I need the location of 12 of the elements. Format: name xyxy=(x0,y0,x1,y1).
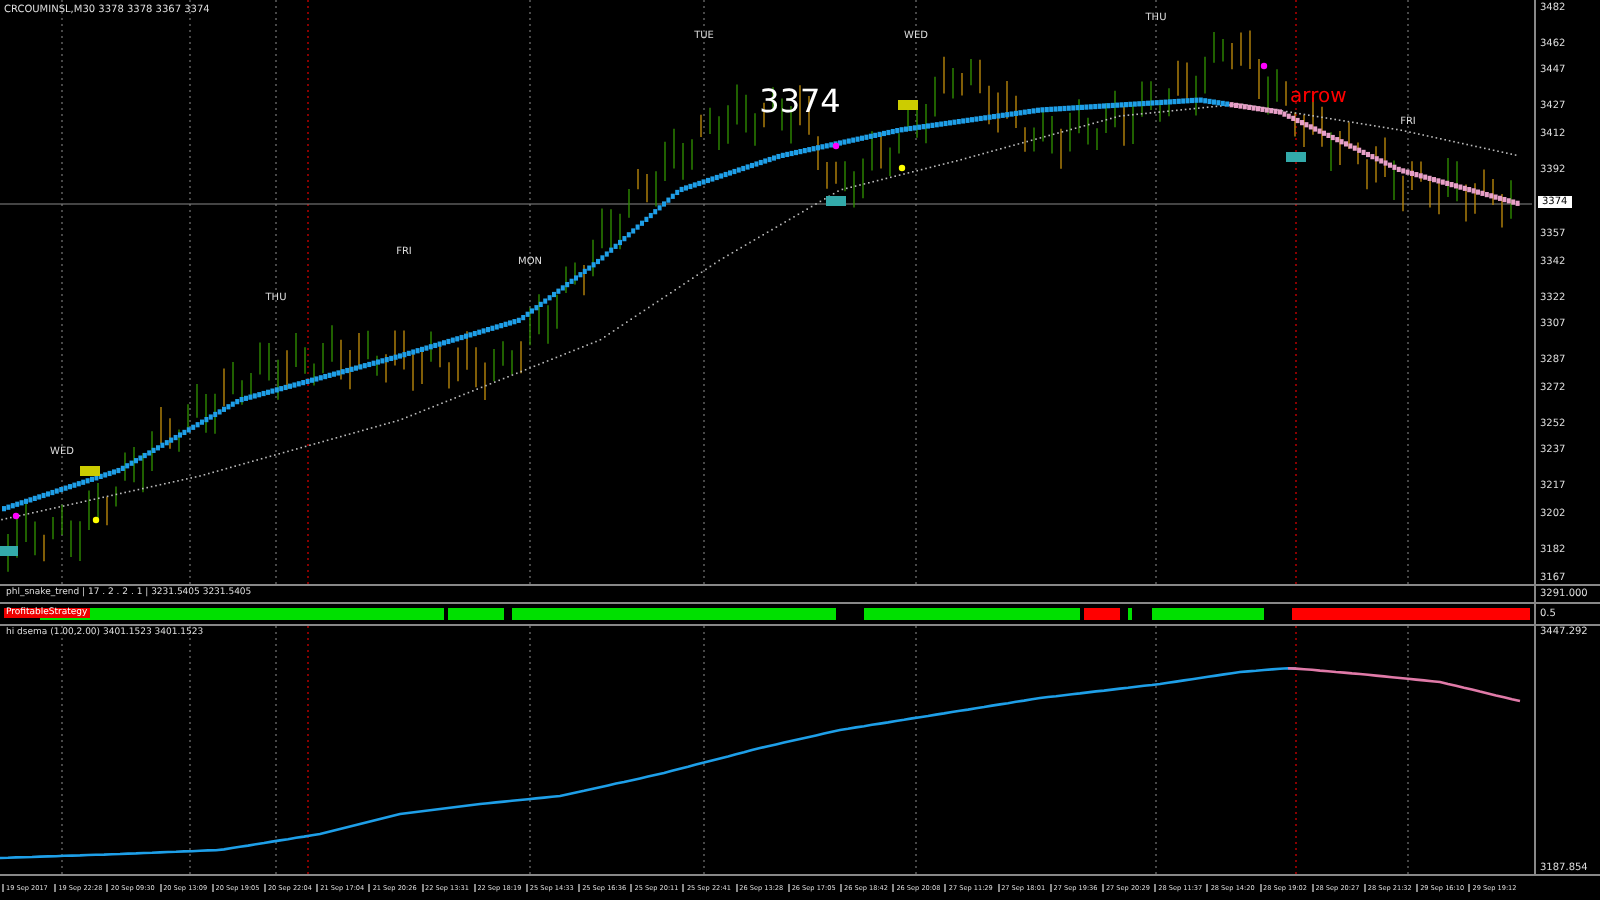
dot-marker-icon xyxy=(1260,62,1268,70)
dot-marker-icon xyxy=(92,516,100,524)
dot-marker-icon xyxy=(898,164,906,172)
price-tag-icon xyxy=(1286,152,1306,162)
dot-marker-icon xyxy=(832,142,840,150)
arrow-annotation: arrow xyxy=(1290,86,1347,108)
price-tag-icon xyxy=(80,466,100,476)
price-annotation: 3374 xyxy=(759,82,841,120)
price-tag-icon xyxy=(0,546,18,556)
price-tag-icon xyxy=(898,100,918,110)
price-tag-icon xyxy=(826,196,846,206)
dot-marker-icon xyxy=(12,512,20,520)
